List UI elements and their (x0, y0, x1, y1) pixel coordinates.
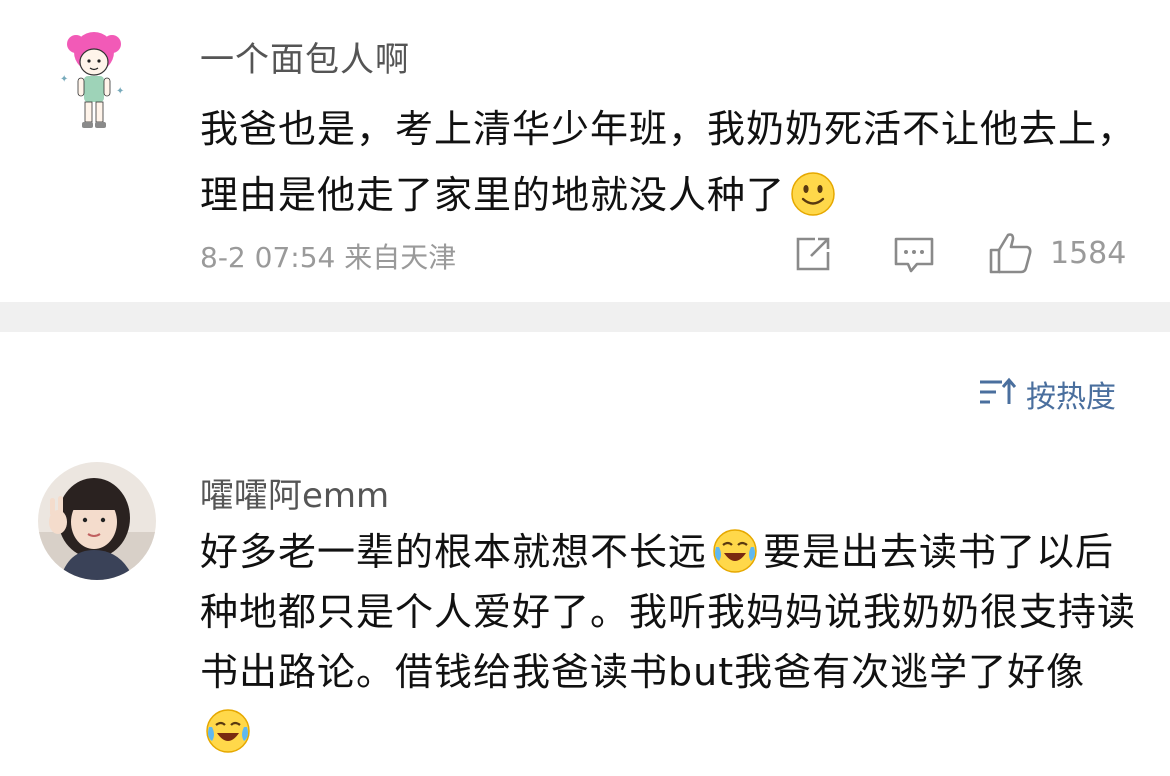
comment-time: 8-2 07:54 (200, 241, 336, 274)
comment-location: 来自天津 (344, 241, 457, 274)
like-icon[interactable] (988, 231, 1034, 275)
laugh-cry-emoji-icon (711, 527, 759, 575)
comment-icon[interactable] (893, 236, 935, 274)
svg-text:✦: ✦ (60, 74, 68, 85)
comment-text: 好多老一辈的根本就想不长远 要是出去读书了以后种地都只是个人爱好了。我听我妈妈说… (200, 522, 1140, 762)
comment-username[interactable]: 一个面包人啊 (200, 32, 410, 81)
svg-text:✦: ✦ (116, 86, 124, 97)
laugh-cry-emoji-icon (204, 707, 252, 755)
comment-text: 我爸也是，考上清华少年班，我奶奶死活不让他去上，理由是他走了家里的地就没人种了 (200, 96, 1140, 228)
sort-icon (978, 377, 1017, 411)
sort-label: 按热度 (1026, 380, 1116, 415)
smile-emoji-icon (789, 170, 837, 218)
sort-button[interactable]: 按热度 (978, 374, 1116, 415)
comment-username[interactable]: 嚯嚯阿emm (200, 468, 389, 517)
like-count: 1584 (1050, 236, 1127, 271)
section-divider (0, 302, 1170, 332)
share-icon[interactable] (793, 234, 833, 274)
comment-meta: 8-2 07:54 来自天津 (200, 236, 456, 276)
avatar[interactable] (38, 462, 156, 580)
avatar[interactable]: ✦ ✦ (58, 30, 130, 138)
comment-text-segment: 好多老一辈的根本就想不长远 (200, 530, 708, 574)
comment-text-content: 我爸也是，考上清华少年班，我奶奶死活不让他去上，理由是他走了家里的地就没人种了 (200, 107, 1137, 217)
